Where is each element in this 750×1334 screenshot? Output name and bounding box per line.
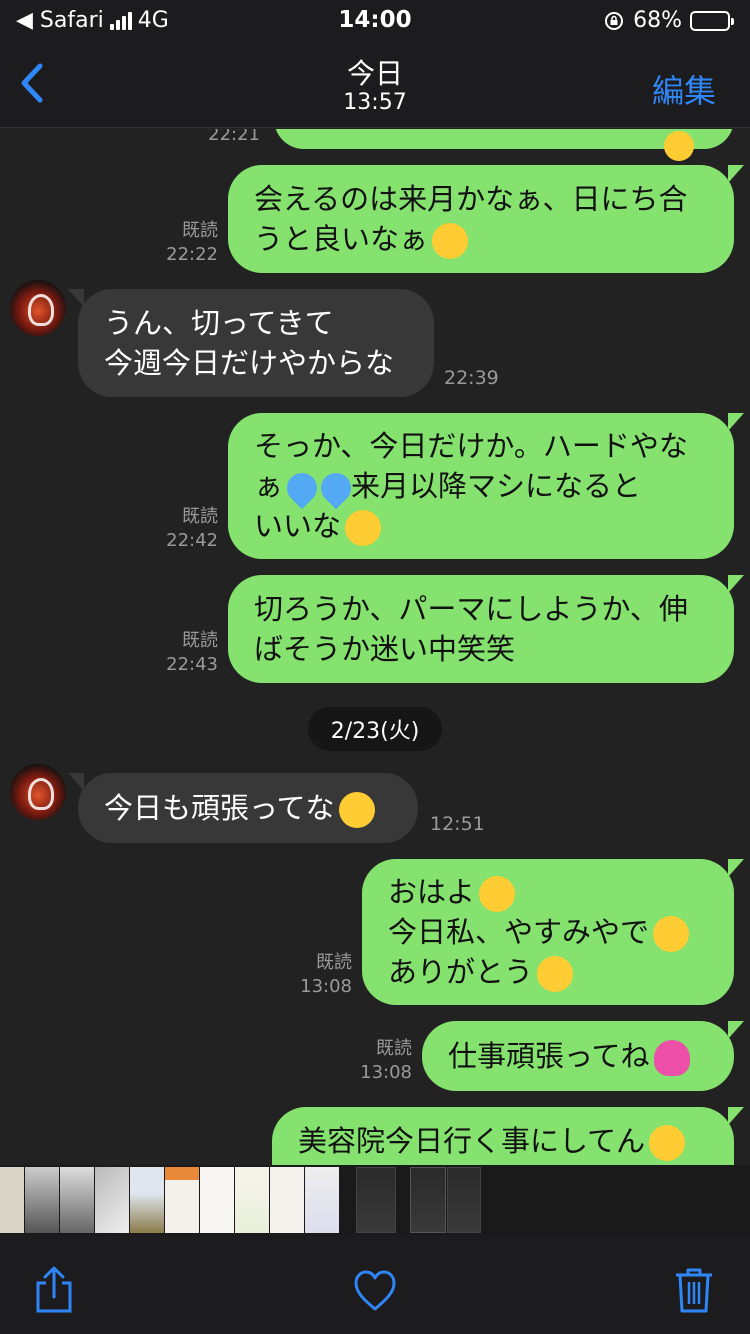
photo-viewer-header: 今日 13:57 編集 <box>0 40 750 128</box>
chat-screenshot: 22:21 会えるのは来月かなぁ、日にち合 うと良いなぁ 既読 22:22 うん… <box>0 129 750 1165</box>
edit-button[interactable]: 編集 <box>652 66 716 112</box>
header-subtitle: 13:57 <box>343 90 407 115</box>
read-label: 既読 <box>316 952 352 973</box>
photo-thumbnail[interactable] <box>60 1167 94 1233</box>
date-separator: 2/23(火) <box>308 707 442 751</box>
message-bubble-incoming: 今日も頑張ってな <box>68 773 418 843</box>
bubble-tail <box>728 859 744 877</box>
bubble-tail <box>68 773 84 791</box>
message-meta: 既読 13:08 <box>344 1037 412 1085</box>
message-meta: 22:21 <box>200 129 260 147</box>
heart-icon[interactable] <box>353 1265 397 1315</box>
photo-thumbnail[interactable] <box>305 1167 339 1233</box>
message-meta: 既読 22:42 <box>150 505 218 553</box>
bubble-tail <box>68 289 84 307</box>
message-meta: 既読 22:43 <box>150 629 218 677</box>
laughing-emoji-icon <box>537 956 574 992</box>
message-time: 22:42 <box>166 530 218 551</box>
screaming-face-emoji-icon <box>345 510 382 546</box>
message-bubble-outgoing: そっか、今日だけか。ハードやな ぁ来月以降マシになると いいな <box>228 413 744 559</box>
read-label: 既読 <box>182 506 218 527</box>
message-meta: 既読 13:08 <box>284 951 352 999</box>
sparkling-heart-emoji-icon <box>653 1040 690 1076</box>
photo-thumbnail[interactable] <box>356 1167 396 1233</box>
message-text: そっか、今日だけか。ハードやな ぁ来月以降マシになると いいな <box>254 426 688 546</box>
photo-thumbnail[interactable] <box>235 1167 269 1233</box>
message-time: 22:22 <box>166 244 218 265</box>
message-time: 13:08 <box>360 1062 412 1083</box>
message-bubble-outgoing: おはよ 今日私、やすみやで ありがとう <box>362 859 744 1005</box>
message-bubble-outgoing <box>274 129 734 161</box>
message-text: うん、切ってきて 今週今日だけやからな <box>104 306 395 380</box>
message-bubble-outgoing: 切ろうか、パーマにしようか、伸 ばそうか迷い中笑笑 <box>228 575 744 683</box>
trash-icon[interactable] <box>672 1265 716 1315</box>
bubble-tail <box>728 413 744 431</box>
smiley-emoji-icon <box>338 792 375 828</box>
rotation-lock-icon <box>605 11 624 30</box>
header-title: 今日 <box>346 57 403 90</box>
message-time: 22:39 <box>444 367 499 389</box>
photo-thumbnail[interactable] <box>165 1167 199 1233</box>
photo-thumbnail[interactable] <box>130 1167 164 1233</box>
read-label: 既読 <box>376 1038 412 1059</box>
battery-icon <box>690 10 734 31</box>
read-label: 既読 <box>182 630 218 651</box>
message-bubble-outgoing: 美容院今日行く事にしてん <box>272 1107 744 1165</box>
message-bubble-incoming: うん、切ってきて 今週今日だけやからな <box>68 289 434 397</box>
message-time: 13:08 <box>300 976 352 997</box>
message-meta: 既読 22:22 <box>150 219 218 267</box>
bubble-tail <box>728 575 744 593</box>
contact-avatar[interactable] <box>10 764 66 820</box>
bubble-tail <box>728 1021 744 1039</box>
bubble-tail <box>728 165 744 183</box>
blush-emoji-icon <box>653 916 690 952</box>
message-text: 切ろうか、パーマにしようか、伸 ばそうか迷い中笑笑 <box>254 592 688 666</box>
flushed-emoji-icon <box>432 223 469 259</box>
message-bubble-outgoing: 会えるのは来月かなぁ、日にち合 うと良いなぁ <box>228 165 744 273</box>
bottom-toolbar <box>0 1235 750 1334</box>
laughing-emoji-icon <box>649 1125 686 1161</box>
message-time: 22:43 <box>166 654 218 675</box>
photo-thumbnail[interactable] <box>25 1167 59 1233</box>
status-right: 68% <box>603 8 734 33</box>
message-text: 今日も頑張ってな <box>104 788 375 828</box>
read-label: 既読 <box>182 220 218 241</box>
message-text: 美容院今日行く事にしてん <box>298 1121 686 1161</box>
blush-emoji-icon <box>479 876 516 912</box>
message-time: 12:51 <box>430 813 485 835</box>
message-text: 仕事頑張ってね <box>448 1036 690 1076</box>
sweat-droplets-emoji-icon <box>280 466 324 510</box>
battery-percent: 68% <box>633 8 682 33</box>
photo-thumbnail[interactable] <box>95 1167 129 1233</box>
photo-thumbnail[interactable] <box>200 1167 234 1233</box>
message-time: 22:21 <box>208 129 260 145</box>
message-text: おはよ 今日私、やすみやで ありがとう <box>388 872 690 992</box>
bubble-tail <box>728 1107 744 1125</box>
photo-thumbnail[interactable] <box>447 1167 481 1233</box>
message-text: 会えるのは来月かなぁ、日にち合 うと良いなぁ <box>254 179 688 259</box>
message-bubble-outgoing: 仕事頑張ってね <box>422 1021 744 1091</box>
photo-thumbnail-strip[interactable] <box>0 1165 750 1235</box>
photo-thumbnail[interactable] <box>270 1167 304 1233</box>
strip-fade <box>480 1165 750 1235</box>
contact-avatar[interactable] <box>10 280 66 336</box>
photo-thumbnail[interactable] <box>0 1167 24 1233</box>
status-bar: ◀ Safari 4G 14:00 68% <box>0 0 750 40</box>
share-icon[interactable] <box>32 1265 76 1315</box>
photo-thumbnail-selected[interactable] <box>410 1167 446 1233</box>
emoji-icon <box>664 131 694 161</box>
